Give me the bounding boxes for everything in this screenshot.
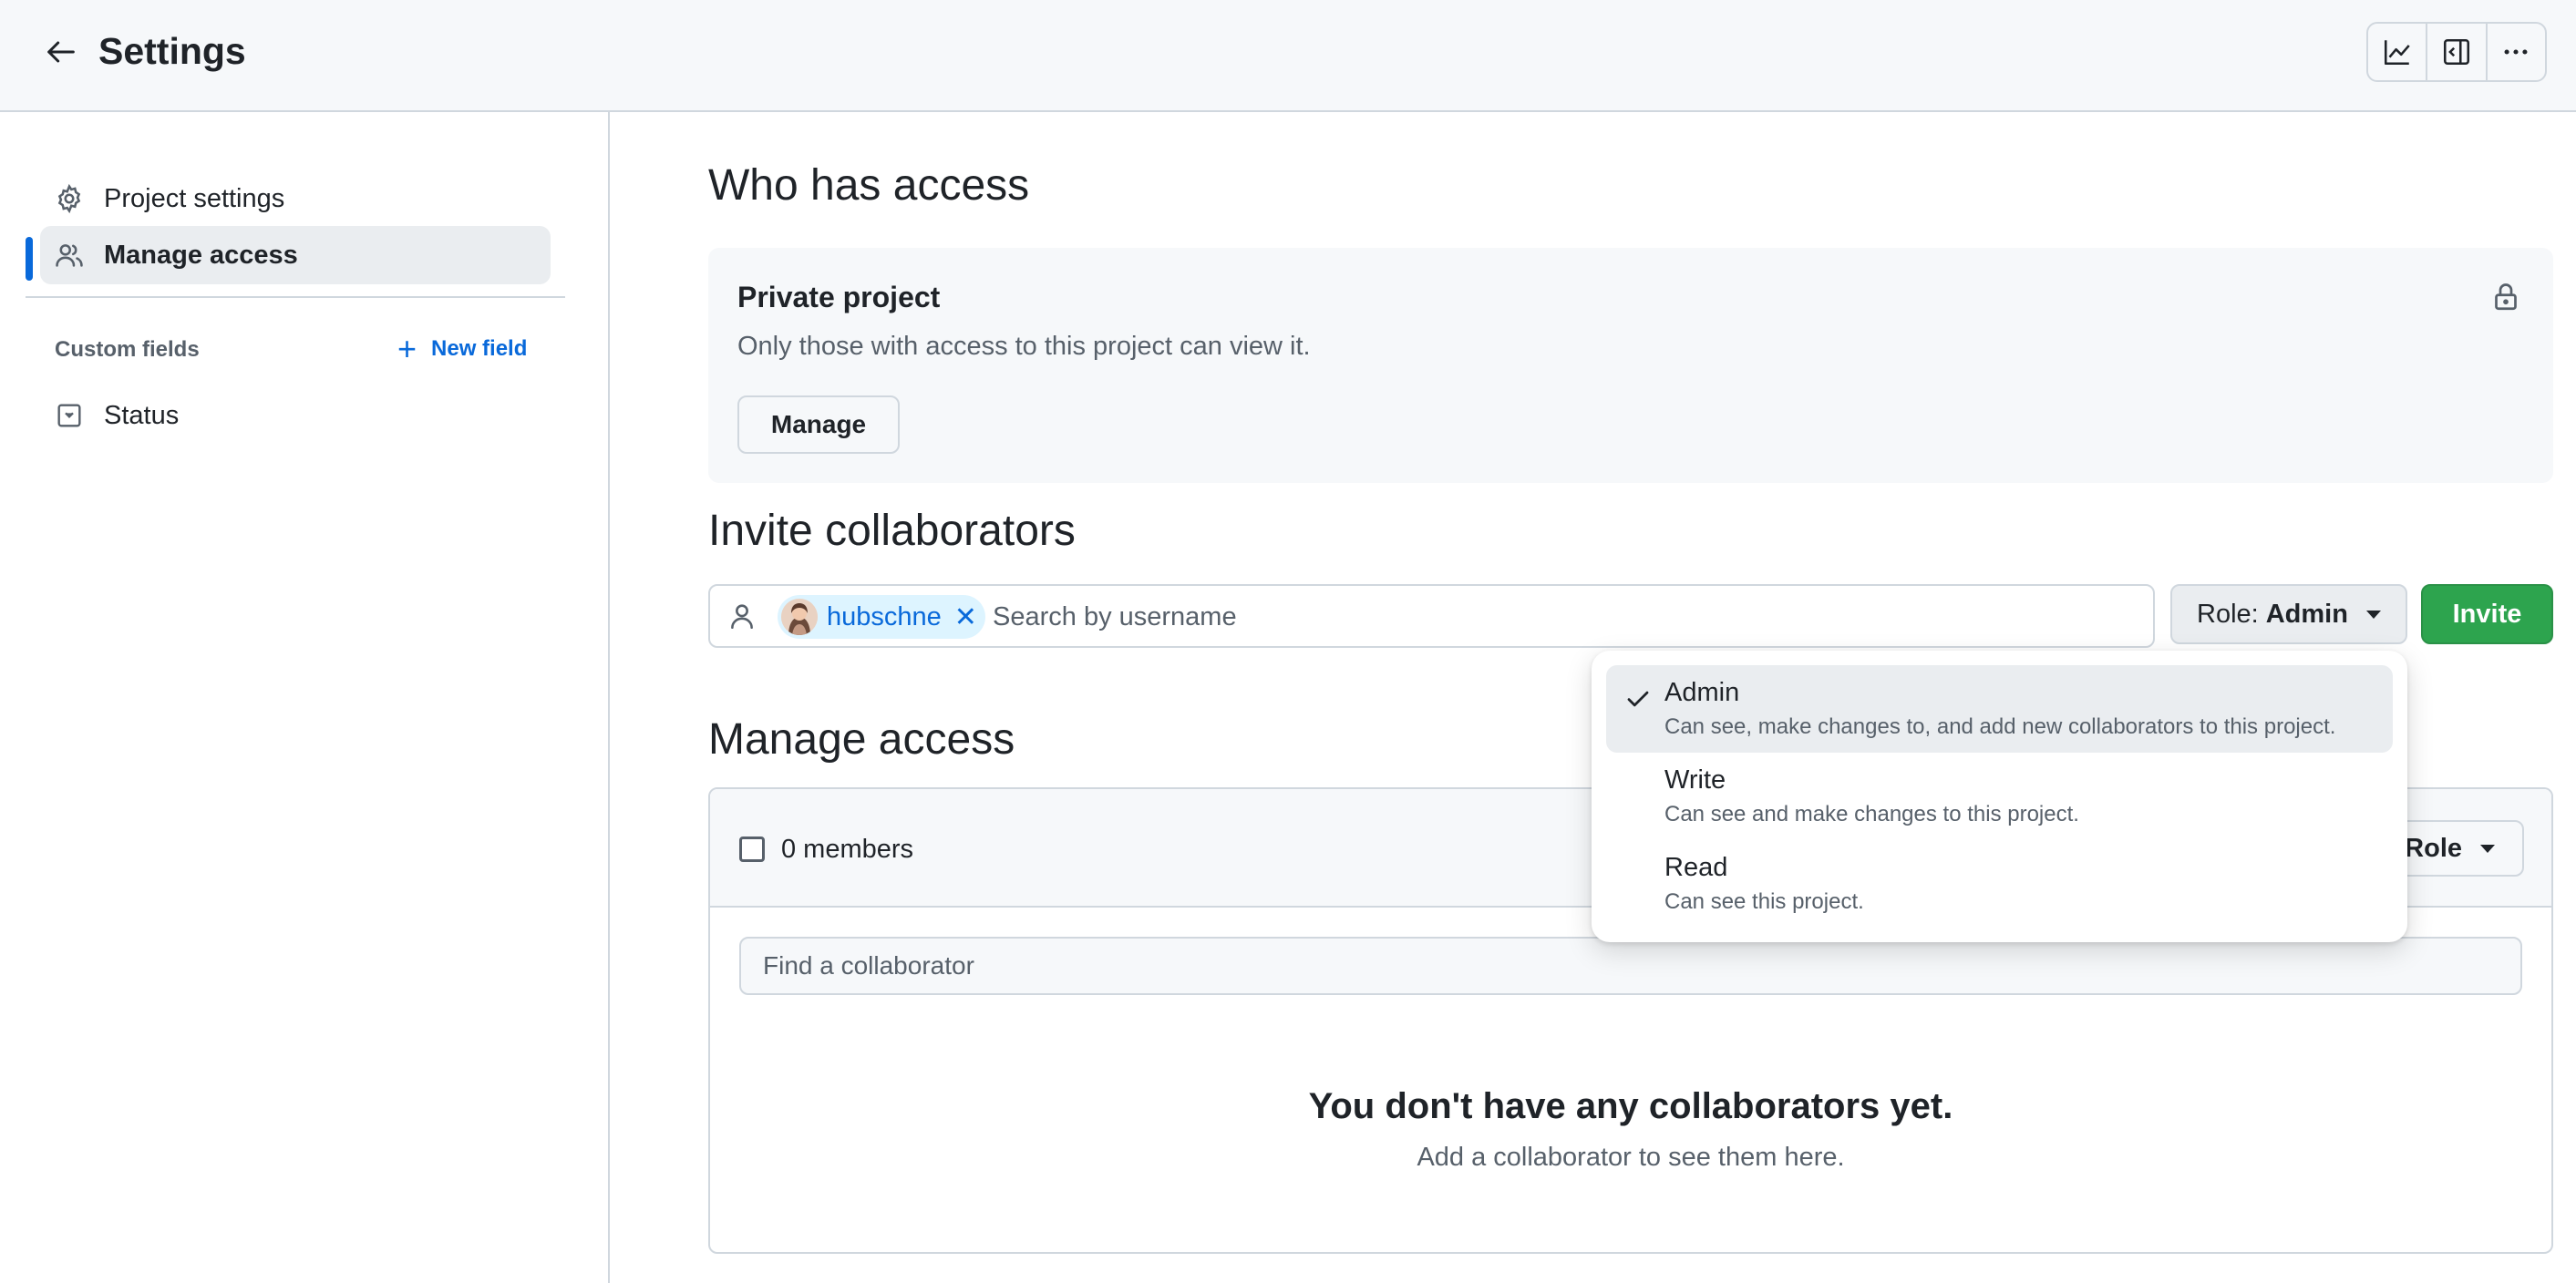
sidebar-icon[interactable]: [2427, 24, 2488, 80]
plus-icon: +: [397, 330, 417, 367]
check-icon: [1624, 685, 1652, 713]
username-search-input[interactable]: [993, 597, 2123, 637]
role-option-title: Admin: [1664, 678, 1740, 707]
role-select-button[interactable]: Role: Admin: [2170, 584, 2407, 644]
role-option-read[interactable]: Read Can see this project.: [1606, 840, 2393, 928]
caret-down-icon: [2365, 610, 2381, 619]
role-filter-label: Role: [2405, 833, 2462, 863]
new-field-label: New field: [431, 336, 528, 361]
role-dropdown-menu: Admin Can see, make changes to, and add …: [1592, 651, 2407, 942]
page-header: Settings: [0, 0, 2576, 112]
sidebar-item-label: Manage access: [104, 240, 298, 270]
find-collaborator-input[interactable]: [739, 937, 2522, 995]
members-count: 0 members: [781, 835, 914, 864]
invite-collaborators-heading: Invite collaborators: [708, 507, 1076, 555]
role-prefix: Role:: [2197, 599, 2259, 629]
who-has-access-heading: Who has access: [708, 161, 1030, 210]
avatar: [781, 599, 818, 635]
role-value: Admin: [2265, 599, 2348, 629]
more-icon[interactable]: [2488, 24, 2545, 80]
invite-button[interactable]: Invite: [2421, 584, 2553, 644]
settings-sidebar: Project settings Manage access Custom fi…: [0, 112, 610, 1283]
page-title: Settings: [98, 30, 246, 72]
private-project-panel: Private project Only those with access t…: [708, 248, 2553, 483]
role-option-admin[interactable]: Admin Can see, make changes to, and add …: [1606, 665, 2393, 753]
header-toolbar: [2366, 22, 2547, 82]
back-arrow-icon[interactable]: [40, 31, 82, 73]
private-project-title: Private project: [737, 281, 941, 313]
selected-user-chip[interactable]: hubschne ✕: [778, 595, 985, 639]
people-icon: [51, 237, 88, 273]
role-option-description: Can see and make changes to this project…: [1664, 802, 2079, 826]
private-project-description: Only those with access to this project c…: [737, 332, 1311, 361]
sidebar-item-status-field[interactable]: Status: [40, 386, 551, 445]
caret-down-icon: [2480, 844, 2495, 853]
empty-state-title: You don't have any collaborators yet.: [1308, 1086, 1953, 1126]
role-option-write[interactable]: Write Can see and make changes to this p…: [1606, 753, 2393, 840]
role-option-title: Write: [1664, 765, 1726, 795]
sidebar-item-project-settings[interactable]: Project settings: [40, 169, 551, 228]
sidebar-item-manage-access[interactable]: Manage access: [40, 226, 551, 284]
role-option-description: Can see this project.: [1664, 889, 1864, 914]
empty-state-subtitle: Add a collaborator to see them here.: [1417, 1143, 1845, 1172]
sidebar-item-label: Project settings: [104, 183, 285, 213]
sidebar-item-label: Status: [104, 400, 180, 430]
sidebar-divider: [26, 296, 565, 298]
gear-icon: [51, 180, 88, 217]
lock-icon: [2489, 281, 2526, 317]
remove-chip-icon[interactable]: ✕: [954, 601, 977, 633]
invite-search-field[interactable]: hubschne ✕: [708, 584, 2155, 648]
select-all-checkbox[interactable]: [739, 837, 765, 862]
single-select-icon: [51, 397, 88, 434]
manage-access-heading: Manage access: [708, 715, 1015, 764]
role-option-title: Read: [1664, 853, 1728, 882]
new-field-button[interactable]: + New field: [397, 331, 527, 367]
manage-visibility-button[interactable]: Manage: [737, 395, 900, 454]
person-icon: [726, 600, 759, 633]
insights-icon[interactable]: [2368, 24, 2428, 80]
active-indicator: [26, 237, 33, 281]
custom-fields-heading: Custom fields: [55, 337, 200, 362]
chip-username: hubschne: [827, 601, 942, 631]
role-option-description: Can see, make changes to, and add new co…: [1664, 714, 2336, 739]
